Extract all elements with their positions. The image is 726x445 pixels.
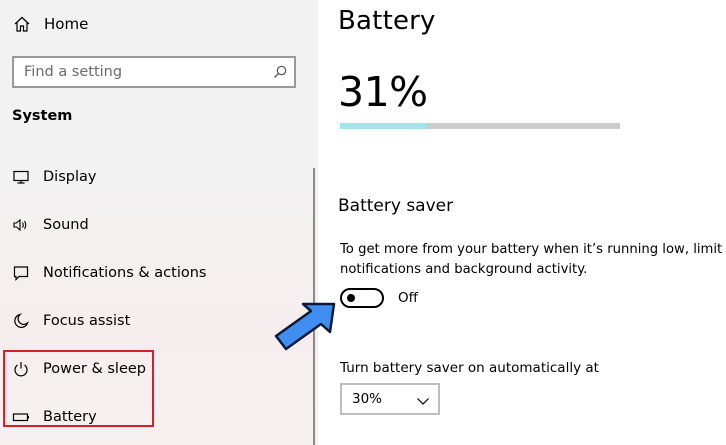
auto-threshold-dropdown[interactable]: 30% <box>340 383 440 415</box>
sidebar: Home System Display Sound Notifica <box>0 0 318 445</box>
home-icon <box>12 14 32 34</box>
toggle-knob <box>347 294 355 302</box>
battery-saver-toggle-row: Off <box>340 288 418 308</box>
sidebar-item-display[interactable]: Display <box>12 165 292 189</box>
battery-saver-heading: Battery saver <box>338 196 454 216</box>
battery-saver-toggle[interactable] <box>340 288 384 308</box>
battery-saver-description: To get more from your battery when it’s … <box>340 242 723 277</box>
search-input[interactable] <box>24 64 264 80</box>
sidebar-item-notifications[interactable]: Notifications & actions <box>12 261 292 285</box>
section-title-system: System <box>12 108 73 124</box>
battery-progress-fill <box>340 123 427 129</box>
moon-icon <box>12 312 30 330</box>
sidebar-item-label: Display <box>43 169 97 185</box>
home-link[interactable]: Home <box>12 12 88 36</box>
highlight-box <box>3 350 154 427</box>
sidebar-item-label: Focus assist <box>43 313 131 329</box>
page-title: Battery <box>338 6 436 36</box>
sidebar-item-sound[interactable]: Sound <box>12 213 292 237</box>
speaker-icon <box>12 216 30 234</box>
pointer-arrow-icon <box>274 302 336 351</box>
notification-icon <box>12 264 30 282</box>
sidebar-item-focus-assist[interactable]: Focus assist <box>12 309 292 333</box>
battery-percent: 31% <box>338 68 428 116</box>
battery-progress-bar <box>340 123 620 129</box>
sidebar-item-label: Sound <box>43 217 89 233</box>
main-panel: Battery 31% Battery saver To get more fr… <box>274 0 726 445</box>
monitor-icon <box>12 168 30 186</box>
search-box[interactable] <box>12 56 296 88</box>
search-icon[interactable] <box>272 64 288 80</box>
dropdown-value: 30% <box>352 391 383 407</box>
settings-window: Home System Display Sound Notifica <box>0 0 726 445</box>
toggle-state-label: Off <box>398 290 418 306</box>
home-label: Home <box>44 15 89 33</box>
sidebar-item-label: Notifications & actions <box>43 265 207 281</box>
chevron-down-icon <box>416 394 430 405</box>
auto-battery-saver-label: Turn battery saver on automatically at <box>340 360 599 376</box>
